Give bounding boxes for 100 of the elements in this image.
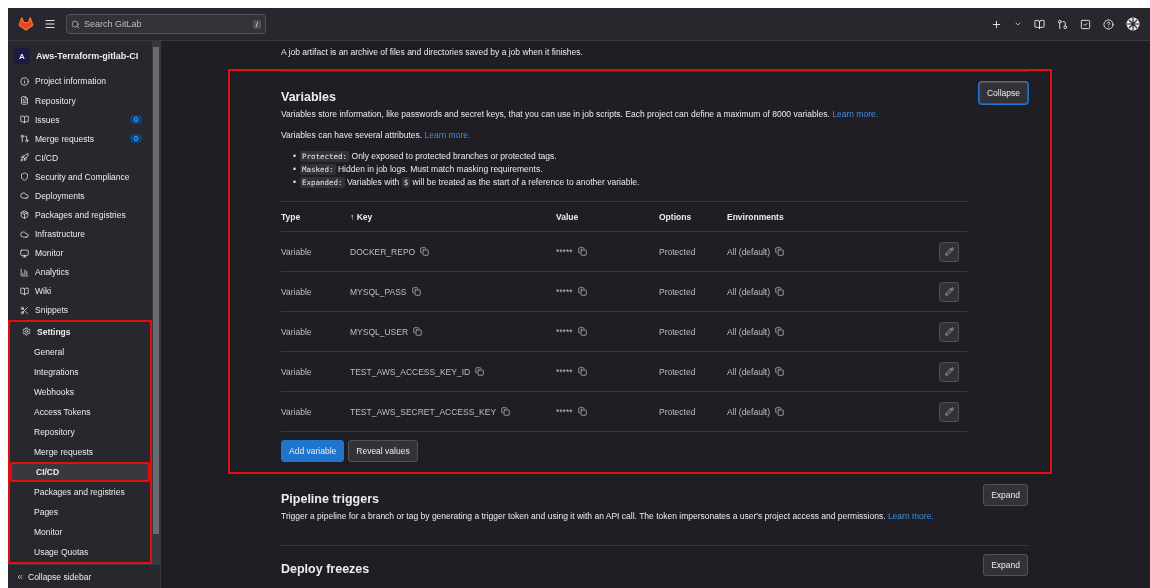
copy-icon[interactable] [577, 407, 587, 416]
search-icon [71, 19, 80, 29]
avatar-icon[interactable] [1126, 17, 1140, 31]
table-cell: Protected [659, 406, 696, 417]
collapse-sidebar-button[interactable]: Collapse sidebar [8, 564, 160, 588]
logo-icon[interactable] [18, 16, 34, 32]
menu-icon[interactable] [44, 18, 56, 30]
sidebar-subitem[interactable]: Merge requests [10, 441, 150, 462]
sidebar-subitem[interactable]: General [10, 341, 150, 362]
scissors-icon [20, 305, 29, 315]
description-text: A job artifact is an archive of files and directories saved by a job when it finishes. [281, 47, 584, 57]
document-icon [20, 96, 29, 105]
table-cell: ***** [556, 286, 573, 297]
table-cell: Protected [659, 326, 696, 337]
table-cell: All (default) [727, 246, 770, 257]
copy-icon[interactable] [475, 367, 485, 376]
copy-icon[interactable] [775, 367, 784, 376]
package-icon [20, 210, 29, 220]
search-input[interactable]: Search GitLab [84, 19, 249, 29]
table-cell: All (default) [727, 286, 770, 297]
copy-icon[interactable] [775, 407, 784, 416]
book-icon [20, 286, 29, 296]
sidebar-item[interactable]: Infrastructure [8, 224, 152, 244]
learn-more-link[interactable]: Learn more. [832, 109, 879, 119]
sidebar-subitem[interactable]: Usage Quotas [10, 541, 150, 562]
column-header: Type [281, 211, 302, 222]
table-cell: Variable [281, 366, 312, 377]
table-cell: DOCKER_REPO [350, 246, 416, 257]
shield-icon [20, 172, 29, 182]
expand-button[interactable]: Expand [983, 484, 1028, 506]
copy-icon[interactable] [411, 287, 421, 296]
copy-icon[interactable] [775, 327, 784, 336]
scrollbar[interactable] [152, 41, 160, 564]
todo-icon[interactable] [1080, 18, 1091, 30]
copy-icon[interactable] [420, 247, 430, 256]
search-field[interactable]: Search GitLab / [66, 14, 266, 34]
learn-more-link[interactable]: Learn more. [887, 511, 934, 521]
edit-button[interactable] [939, 321, 959, 342]
sidebar-item[interactable]: Wiki [8, 281, 152, 301]
table-cell: MYSQL_USER [350, 326, 409, 337]
sidebar-item[interactable]: Repository [8, 91, 152, 111]
sidebar-subitem[interactable]: Access Tokens [10, 401, 150, 422]
copy-icon[interactable] [775, 287, 784, 296]
project-name: Aws-Terraform-gitlab-CI [36, 51, 139, 62]
description-text: Trigger a pipeline for a branch or tag by generating a trigger token and using it with an API call. The token impersonates a user's project access and permissions. Learn more. [281, 510, 935, 523]
copy-icon[interactable] [775, 247, 784, 256]
bullet: • [293, 175, 296, 189]
column-header[interactable]: ↑ Key [350, 211, 556, 222]
plus-icon[interactable] [991, 18, 1002, 30]
cloud-icon [20, 229, 29, 239]
description-text: Variables can have several attributes. Learn more. [281, 128, 472, 142]
table-cell: TEST_AWS_SECRET_ACCESS_KEY [350, 406, 497, 417]
learn-more-link[interactable]: Learn more. [424, 129, 471, 140]
table-cell: ***** [556, 326, 573, 337]
sidebar-item[interactable]: Security and Compliance [8, 167, 152, 187]
table-cell: ***** [556, 246, 573, 257]
caret-icon[interactable] [1014, 20, 1022, 28]
sidebar-item[interactable]: Settings [10, 321, 150, 342]
chart-icon [20, 267, 29, 277]
sidebar-item[interactable]: Project information [8, 71, 152, 91]
edit-button[interactable] [939, 241, 959, 262]
table-cell: All (default) [727, 406, 770, 417]
copy-icon[interactable] [577, 367, 587, 376]
sidebar-subitem[interactable]: Integrations [10, 361, 150, 382]
sidebar-subitem[interactable]: CI/CD [10, 461, 150, 482]
edit-button[interactable] [939, 361, 959, 382]
sidebar-item[interactable]: Snippets [8, 300, 152, 320]
edit-button[interactable] [939, 281, 959, 302]
sidebar-item[interactable]: Monitor [8, 243, 152, 263]
table-cell: All (default) [727, 326, 770, 337]
copy-icon[interactable] [577, 327, 587, 336]
edit-button[interactable] [939, 401, 959, 422]
description-text: Variables store information, like passwords and secret keys, that you can use in job scripts. Each project can define a maximum of 8000 variables. Learn more. [281, 108, 880, 121]
expand-button[interactable]: Expand [983, 553, 1028, 576]
copy-icon[interactable] [577, 247, 587, 256]
sidebar-subitem[interactable]: Repository [10, 421, 150, 442]
sidebar-item[interactable]: CI/CD [8, 148, 152, 168]
sidebar-item[interactable]: Deployments [8, 186, 152, 206]
reveal-values-button[interactable]: Reveal values [348, 440, 418, 462]
info-icon [20, 76, 29, 86]
section-title: Pipeline triggers [281, 492, 379, 506]
rocket-icon [20, 153, 29, 163]
sidebar-subitem[interactable]: Webhooks [10, 381, 150, 402]
pencil-icon [944, 247, 954, 256]
copy-icon[interactable] [413, 327, 423, 336]
column-header: Options [659, 211, 693, 222]
merge-request-icon [20, 134, 29, 144]
table-cell: Protected [659, 246, 696, 257]
sidebar-subitem[interactable]: Pages [10, 501, 150, 522]
merge-request-icon[interactable] [1057, 18, 1068, 30]
add-variable-button[interactable]: Add variable [281, 440, 345, 462]
sidebar-subitem[interactable]: Packages and registries [10, 481, 150, 502]
sidebar-item[interactable]: Analytics [8, 262, 152, 282]
copy-icon[interactable] [501, 407, 511, 416]
copy-icon[interactable] [577, 287, 587, 296]
help-icon[interactable] [1103, 18, 1114, 30]
project-avatar: A [14, 48, 30, 65]
collapse-button[interactable]: Collapse [978, 82, 1028, 104]
sidebar-item[interactable]: Packages and registries [8, 205, 152, 225]
sidebar-subitem[interactable]: Monitor [10, 521, 150, 542]
